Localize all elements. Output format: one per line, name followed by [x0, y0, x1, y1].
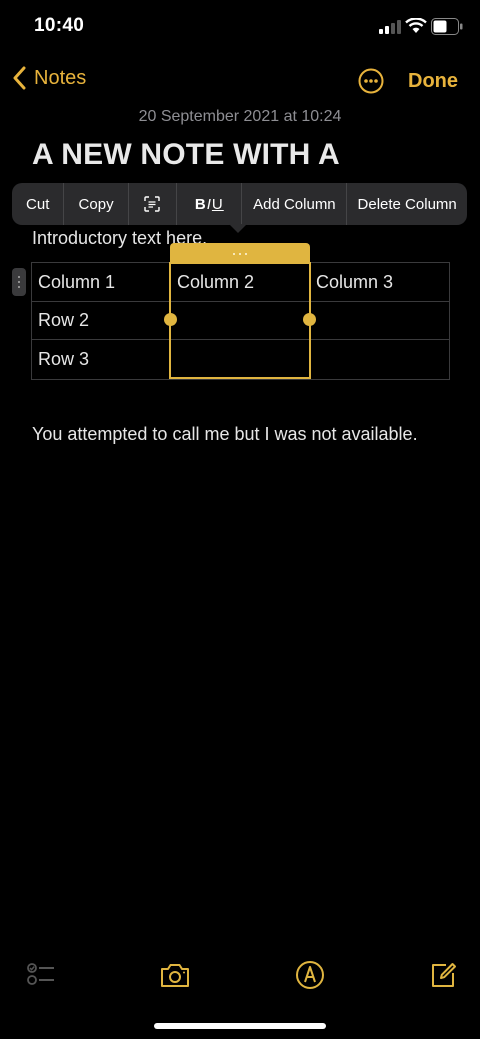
- table-cell[interactable]: Row 2: [32, 302, 171, 340]
- done-button[interactable]: Done: [408, 70, 458, 93]
- home-indicator[interactable]: [154, 1023, 326, 1029]
- battery-icon: [431, 18, 463, 35]
- table-cell[interactable]: [310, 302, 449, 340]
- checklist-icon[interactable]: [24, 958, 58, 992]
- back-button[interactable]: Notes: [12, 66, 86, 90]
- note-title[interactable]: A NEW NOTE WITH A: [32, 138, 340, 172]
- markup-icon[interactable]: [293, 958, 327, 992]
- back-label: Notes: [34, 66, 87, 89]
- table-cell[interactable]: Column 3: [310, 263, 449, 302]
- cut-button[interactable]: Cut: [12, 183, 65, 225]
- more-icon[interactable]: [358, 68, 384, 94]
- selection-knob-right[interactable]: [303, 313, 316, 326]
- selection-knob-left[interactable]: [164, 313, 177, 326]
- cellular-signal-icon: [379, 20, 401, 34]
- column-selection: [169, 262, 311, 379]
- back-chevron-icon: [13, 66, 26, 90]
- delete-column-button[interactable]: Delete Column: [347, 183, 467, 225]
- compose-icon[interactable]: [426, 958, 460, 992]
- table-cell[interactable]: [310, 340, 449, 379]
- copy-button[interactable]: Copy: [64, 183, 129, 225]
- row-handle[interactable]: [12, 268, 26, 296]
- edit-context-menu: Cut Copy BIU Add Column Delete Column: [12, 183, 467, 225]
- scan-text-button[interactable]: [129, 183, 178, 225]
- camera-icon[interactable]: [158, 958, 192, 992]
- table-cell[interactable]: Column 1: [32, 263, 171, 302]
- biu-icon: BIU: [194, 195, 224, 213]
- menu-pointer: [229, 224, 247, 233]
- column-handle[interactable]: [170, 243, 310, 264]
- note-date: 20 September 2021 at 10:24: [138, 108, 342, 125]
- note-body-text[interactable]: You attempted to call me but I was not a…: [32, 420, 432, 448]
- format-biu-button[interactable]: BIU: [177, 183, 243, 225]
- scan-text-icon: [144, 196, 161, 212]
- table-cell[interactable]: Row 3: [32, 340, 171, 379]
- wifi-icon: [405, 18, 427, 33]
- add-column-button[interactable]: Add Column: [242, 183, 348, 225]
- status-time: 10:40: [34, 15, 85, 36]
